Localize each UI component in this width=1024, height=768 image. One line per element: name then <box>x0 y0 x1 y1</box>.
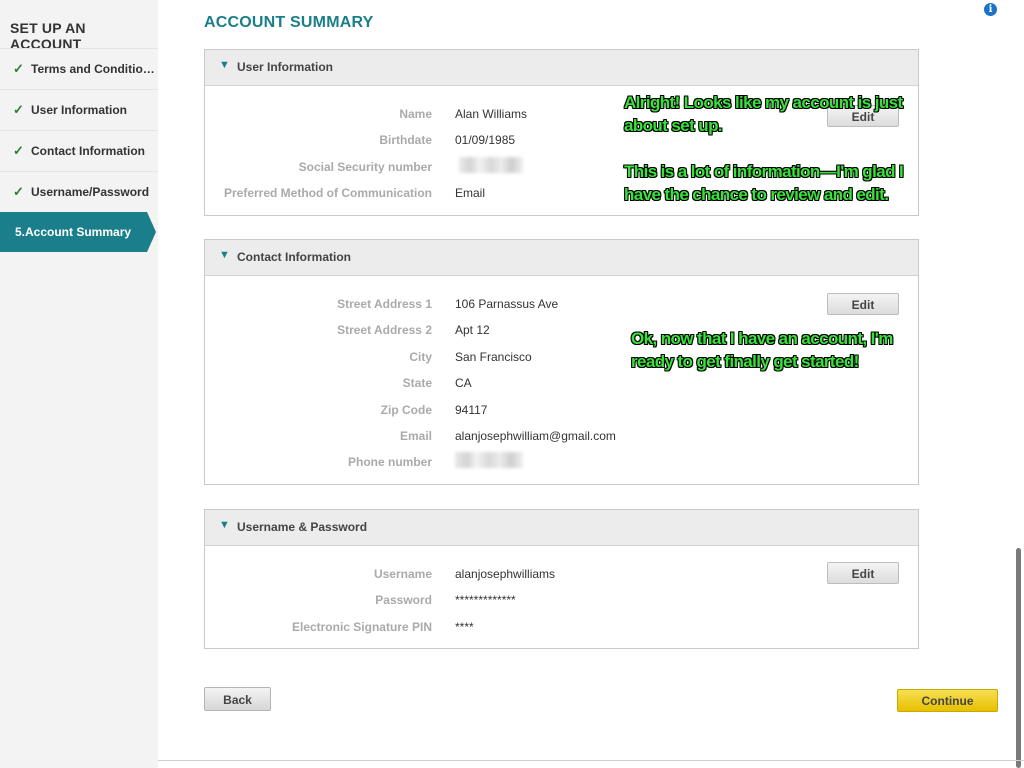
field-value: Email <box>455 186 486 200</box>
redacted-value <box>455 452 523 468</box>
sidebar-item-label: Terms and Conditio… <box>31 62 155 76</box>
field-label: Phone number <box>347 455 432 469</box>
field-label: Password <box>375 593 432 607</box>
section-title: Contact Information <box>237 250 351 264</box>
field-label: Street Address 1 <box>337 297 432 311</box>
field-row: Password ************* <box>205 593 920 611</box>
field-row: Zip Code 94117 <box>205 403 920 421</box>
field-label: Street Address 2 <box>337 323 432 337</box>
chevron-down-icon: ▼ <box>219 249 230 261</box>
field-row: Email alanjosephwilliam@gmail.com <box>205 429 920 447</box>
field-row: Street Address 1 106 Parnassus Ave <box>205 297 920 315</box>
check-icon: ✓ <box>13 184 24 199</box>
field-value: Alan Williams <box>455 107 528 121</box>
field-value: 94117 <box>455 403 488 417</box>
sidebar-item-label: User Information <box>31 103 128 117</box>
annotation-note: Alright! Looks like my account is just a… <box>624 93 903 135</box>
field-value: San Francisco <box>455 350 532 364</box>
sidebar-item-account-summary[interactable]: 5.Account Summary <box>0 212 156 252</box>
field-value: alanjosephwilliams <box>455 567 556 581</box>
section-header[interactable]: ▼ User Information <box>205 50 918 86</box>
field-value: alanjosephwilliam@gmail.com <box>455 429 616 443</box>
field-label: Preferred Method of Communication <box>223 186 432 200</box>
section-title: User Information <box>237 60 334 74</box>
sidebar-item-label: Username/Password <box>31 185 150 199</box>
continue-button[interactable]: Continue <box>897 689 998 712</box>
field-label: Zip Code <box>380 403 432 417</box>
section-header[interactable]: ▼ Username & Password <box>205 510 918 546</box>
field-row: Username alanjosephwilliams <box>205 567 920 585</box>
check-icon: ✓ <box>13 61 24 76</box>
section-header[interactable]: ▼ Contact Information <box>205 240 918 276</box>
chevron-down-icon: ▼ <box>219 519 230 531</box>
scrollbar[interactable] <box>1016 548 1021 768</box>
page-title: ACCOUNT SUMMARY <box>204 14 374 31</box>
field-value: ************* <box>455 593 516 607</box>
sidebar-item-contact-information[interactable]: ✓ Contact Information <box>0 130 158 170</box>
field-value: 106 Parnassus Ave <box>455 297 559 311</box>
divider <box>158 760 1024 761</box>
field-value: CA <box>455 376 472 390</box>
sidebar-item-username-password[interactable]: ✓ Username/Password <box>0 171 158 211</box>
annotation-note: Ok, now that I have an account, I'm read… <box>631 329 893 371</box>
sidebar-item-terms[interactable]: ✓ Terms and Conditio… <box>0 48 158 88</box>
section-title: Username & Password <box>237 520 368 534</box>
username-password-section: ▼ Username & Password Username alanjosep… <box>204 509 919 649</box>
field-label: State <box>402 376 432 390</box>
annotation-note: This is a lot of information—I'm glad I … <box>624 162 904 204</box>
field-label: Username <box>373 567 432 581</box>
field-label: Name <box>399 107 432 121</box>
check-icon: ✓ <box>13 102 24 117</box>
chevron-down-icon: ▼ <box>219 59 230 71</box>
check-icon: ✓ <box>13 143 24 158</box>
field-row: Electronic Signature PIN **** <box>205 620 920 638</box>
redacted-value <box>459 157 523 173</box>
edit-credentials-button[interactable]: Edit <box>827 562 899 584</box>
field-label: City <box>409 350 432 364</box>
field-value: 01/09/1985 <box>455 133 516 147</box>
field-value: **** <box>455 620 474 634</box>
edit-contact-info-button[interactable]: Edit <box>827 293 899 315</box>
sidebar-item-user-information[interactable]: ✓ User Information <box>0 89 158 129</box>
field-row: State CA <box>205 376 920 394</box>
back-button[interactable]: Back <box>204 687 271 711</box>
field-label: Birthdate <box>379 133 432 147</box>
sidebar: SET UP AN ACCOUNT ✓ Terms and Conditio… … <box>0 0 158 768</box>
field-row: Phone number <box>205 452 920 473</box>
field-label: Electronic Signature PIN <box>291 620 432 634</box>
field-label: Social Security number <box>298 160 432 174</box>
field-label: Email <box>399 429 432 443</box>
sidebar-item-label: 5.Account Summary <box>15 225 132 239</box>
sidebar-item-label: Contact Information <box>31 144 145 158</box>
field-value: Apt 12 <box>455 323 490 337</box>
info-icon[interactable]: i <box>984 3 997 16</box>
